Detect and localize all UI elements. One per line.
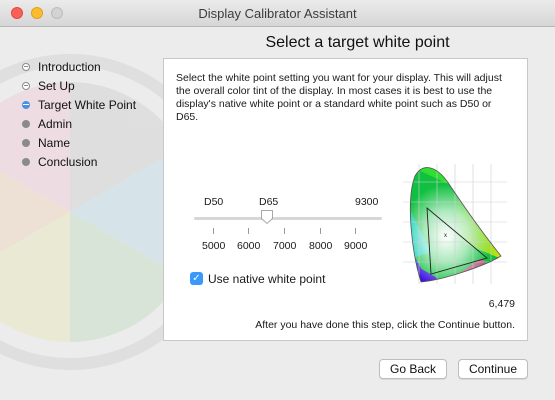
description-text: Select the white point setting you want … xyxy=(176,72,521,124)
slider-tick-label: 9000 xyxy=(344,240,368,252)
step-label: Set Up xyxy=(38,79,75,93)
slider-thumb[interactable] xyxy=(260,209,274,225)
slider-tick xyxy=(320,228,321,234)
step-current-icon xyxy=(22,101,30,109)
step-complete-icon xyxy=(22,63,30,71)
step-label: Conclusion xyxy=(38,155,98,169)
slider-label-d50: D50 xyxy=(204,196,224,208)
slider-tick xyxy=(355,228,356,234)
slider-tick xyxy=(213,228,214,234)
native-white-point-label[interactable]: Use native white point xyxy=(208,272,325,286)
continue-button[interactable]: Continue xyxy=(458,359,528,379)
step-admin: Admin xyxy=(22,116,136,135)
step-label: Name xyxy=(38,136,71,150)
step-label: Introduction xyxy=(38,60,101,74)
white-point-marker: x xyxy=(444,233,447,239)
slider-tick-label: 7000 xyxy=(273,240,297,252)
slider-tick xyxy=(284,228,285,234)
step-name: Name xyxy=(22,135,136,154)
steps-list: Introduction Set Up Target White Point A… xyxy=(22,59,136,173)
step-pending-icon xyxy=(22,139,30,147)
calibrator-window: Display Calibrator Assistant Select a ta… xyxy=(0,0,555,400)
step-pending-icon xyxy=(22,120,30,128)
step-pending-icon xyxy=(22,158,30,166)
slider-tick-label: 5000 xyxy=(202,240,226,252)
title-bar: Display Calibrator Assistant xyxy=(0,0,555,27)
white-point-value: 6,479 xyxy=(488,298,515,310)
native-white-point-checkbox[interactable]: ✓ xyxy=(190,272,203,285)
step-target-white-point: Target White Point xyxy=(22,97,136,116)
step-introduction: Introduction xyxy=(22,59,136,78)
step-label: Admin xyxy=(38,117,73,131)
chromaticity-diagram: x xyxy=(403,164,507,284)
content-panel: Select the white point setting you want … xyxy=(163,58,528,341)
step-conclusion: Conclusion xyxy=(22,154,136,173)
description-line: D65. xyxy=(176,111,199,123)
slider-tick-label: 8000 xyxy=(309,240,333,252)
footer-note: After you have done this step, click the… xyxy=(255,319,515,331)
checkmark-icon: ✓ xyxy=(192,273,201,284)
step-complete-icon xyxy=(22,82,30,90)
step-set-up: Set Up xyxy=(22,78,136,97)
page-heading: Select a target white point xyxy=(265,34,450,51)
description-line: the overall color tint of the display. I… xyxy=(176,85,493,97)
slider-label-d65: D65 xyxy=(259,196,279,208)
slider-tick-label: 6000 xyxy=(237,240,261,252)
description-line: Select the white point setting you want … xyxy=(176,72,502,84)
go-back-button[interactable]: Go Back xyxy=(379,359,447,379)
description-line: display's native white point or a standa… xyxy=(176,98,492,110)
slider-label-9300: 9300 xyxy=(355,196,379,208)
white-point-slider[interactable] xyxy=(194,217,382,220)
step-label: Target White Point xyxy=(38,98,137,112)
window-title: Display Calibrator Assistant xyxy=(198,6,357,21)
slider-tick xyxy=(248,228,249,234)
